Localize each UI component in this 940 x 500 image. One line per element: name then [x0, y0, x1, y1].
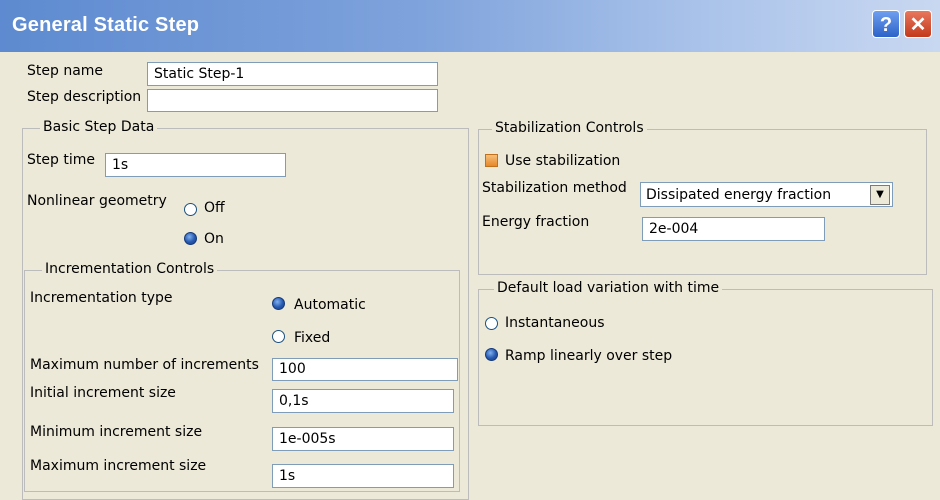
window-title: General Static Step: [12, 14, 200, 36]
step-name-field[interactable]: Static Step-1: [147, 62, 438, 86]
close-button[interactable]: ✕: [904, 10, 932, 38]
help-button[interactable]: ?: [872, 10, 900, 38]
fixed-radio[interactable]: [272, 330, 285, 343]
automatic-label: Automatic: [294, 297, 366, 313]
nlgeom-off-radio[interactable]: [184, 203, 197, 216]
ramp-linearly-radio[interactable]: [485, 348, 498, 361]
step-time-label: Step time: [27, 152, 95, 168]
nlgeom-off-label: Off: [204, 200, 225, 216]
instantaneous-label: Instantaneous: [505, 315, 605, 331]
step-description-field[interactable]: [147, 89, 438, 112]
title-bar: General Static Step ? ✕: [0, 0, 940, 52]
max-increments-label: Maximum number of increments: [30, 357, 259, 373]
energy-fraction-field[interactable]: 2e-004: [642, 217, 825, 241]
min-increment-label: Minimum increment size: [30, 424, 203, 440]
use-stabilization-label: Use stabilization: [505, 153, 621, 169]
basic-step-data-legend: Basic Step Data: [40, 119, 158, 135]
stabilization-controls-legend: Stabilization Controls: [492, 120, 647, 136]
automatic-radio[interactable]: [272, 297, 285, 310]
stabilization-method-value: Dissipated energy fraction: [646, 187, 832, 203]
load-variation-legend: Default load variation with time: [494, 280, 723, 296]
initial-increment-label: Initial increment size: [30, 385, 176, 401]
nlgeom-on-label: On: [204, 231, 224, 247]
step-name-label: Step name: [27, 63, 104, 79]
fixed-label: Fixed: [294, 330, 331, 346]
stabilization-method-dropdown[interactable]: Dissipated energy fraction ▼: [640, 182, 893, 207]
chevron-down-icon[interactable]: ▼: [870, 185, 890, 205]
min-increment-field[interactable]: 1e-005s: [272, 427, 454, 451]
max-increment-size-label: Maximum increment size: [30, 458, 207, 474]
ramp-linearly-label: Ramp linearly over step: [505, 348, 673, 364]
use-stabilization-checkbox[interactable]: [485, 154, 498, 167]
energy-fraction-label: Energy fraction: [482, 214, 590, 230]
incrementation-controls-legend: Incrementation Controls: [42, 261, 218, 277]
max-increments-field[interactable]: 100: [272, 358, 458, 381]
step-description-label: Step description: [27, 89, 142, 105]
initial-increment-field[interactable]: 0,1s: [272, 389, 454, 413]
nonlinear-geometry-label: Nonlinear geometry: [27, 193, 167, 209]
dialog-body: Step name Static Step-1 Step description…: [0, 52, 940, 500]
instantaneous-radio[interactable]: [485, 317, 498, 330]
max-increment-size-field[interactable]: 1s: [272, 464, 454, 488]
stabilization-method-label: Stabilization method: [482, 180, 627, 196]
incrementation-type-label: Incrementation type: [30, 290, 173, 306]
step-time-field[interactable]: 1s: [105, 153, 286, 177]
nlgeom-on-radio[interactable]: [184, 232, 197, 245]
